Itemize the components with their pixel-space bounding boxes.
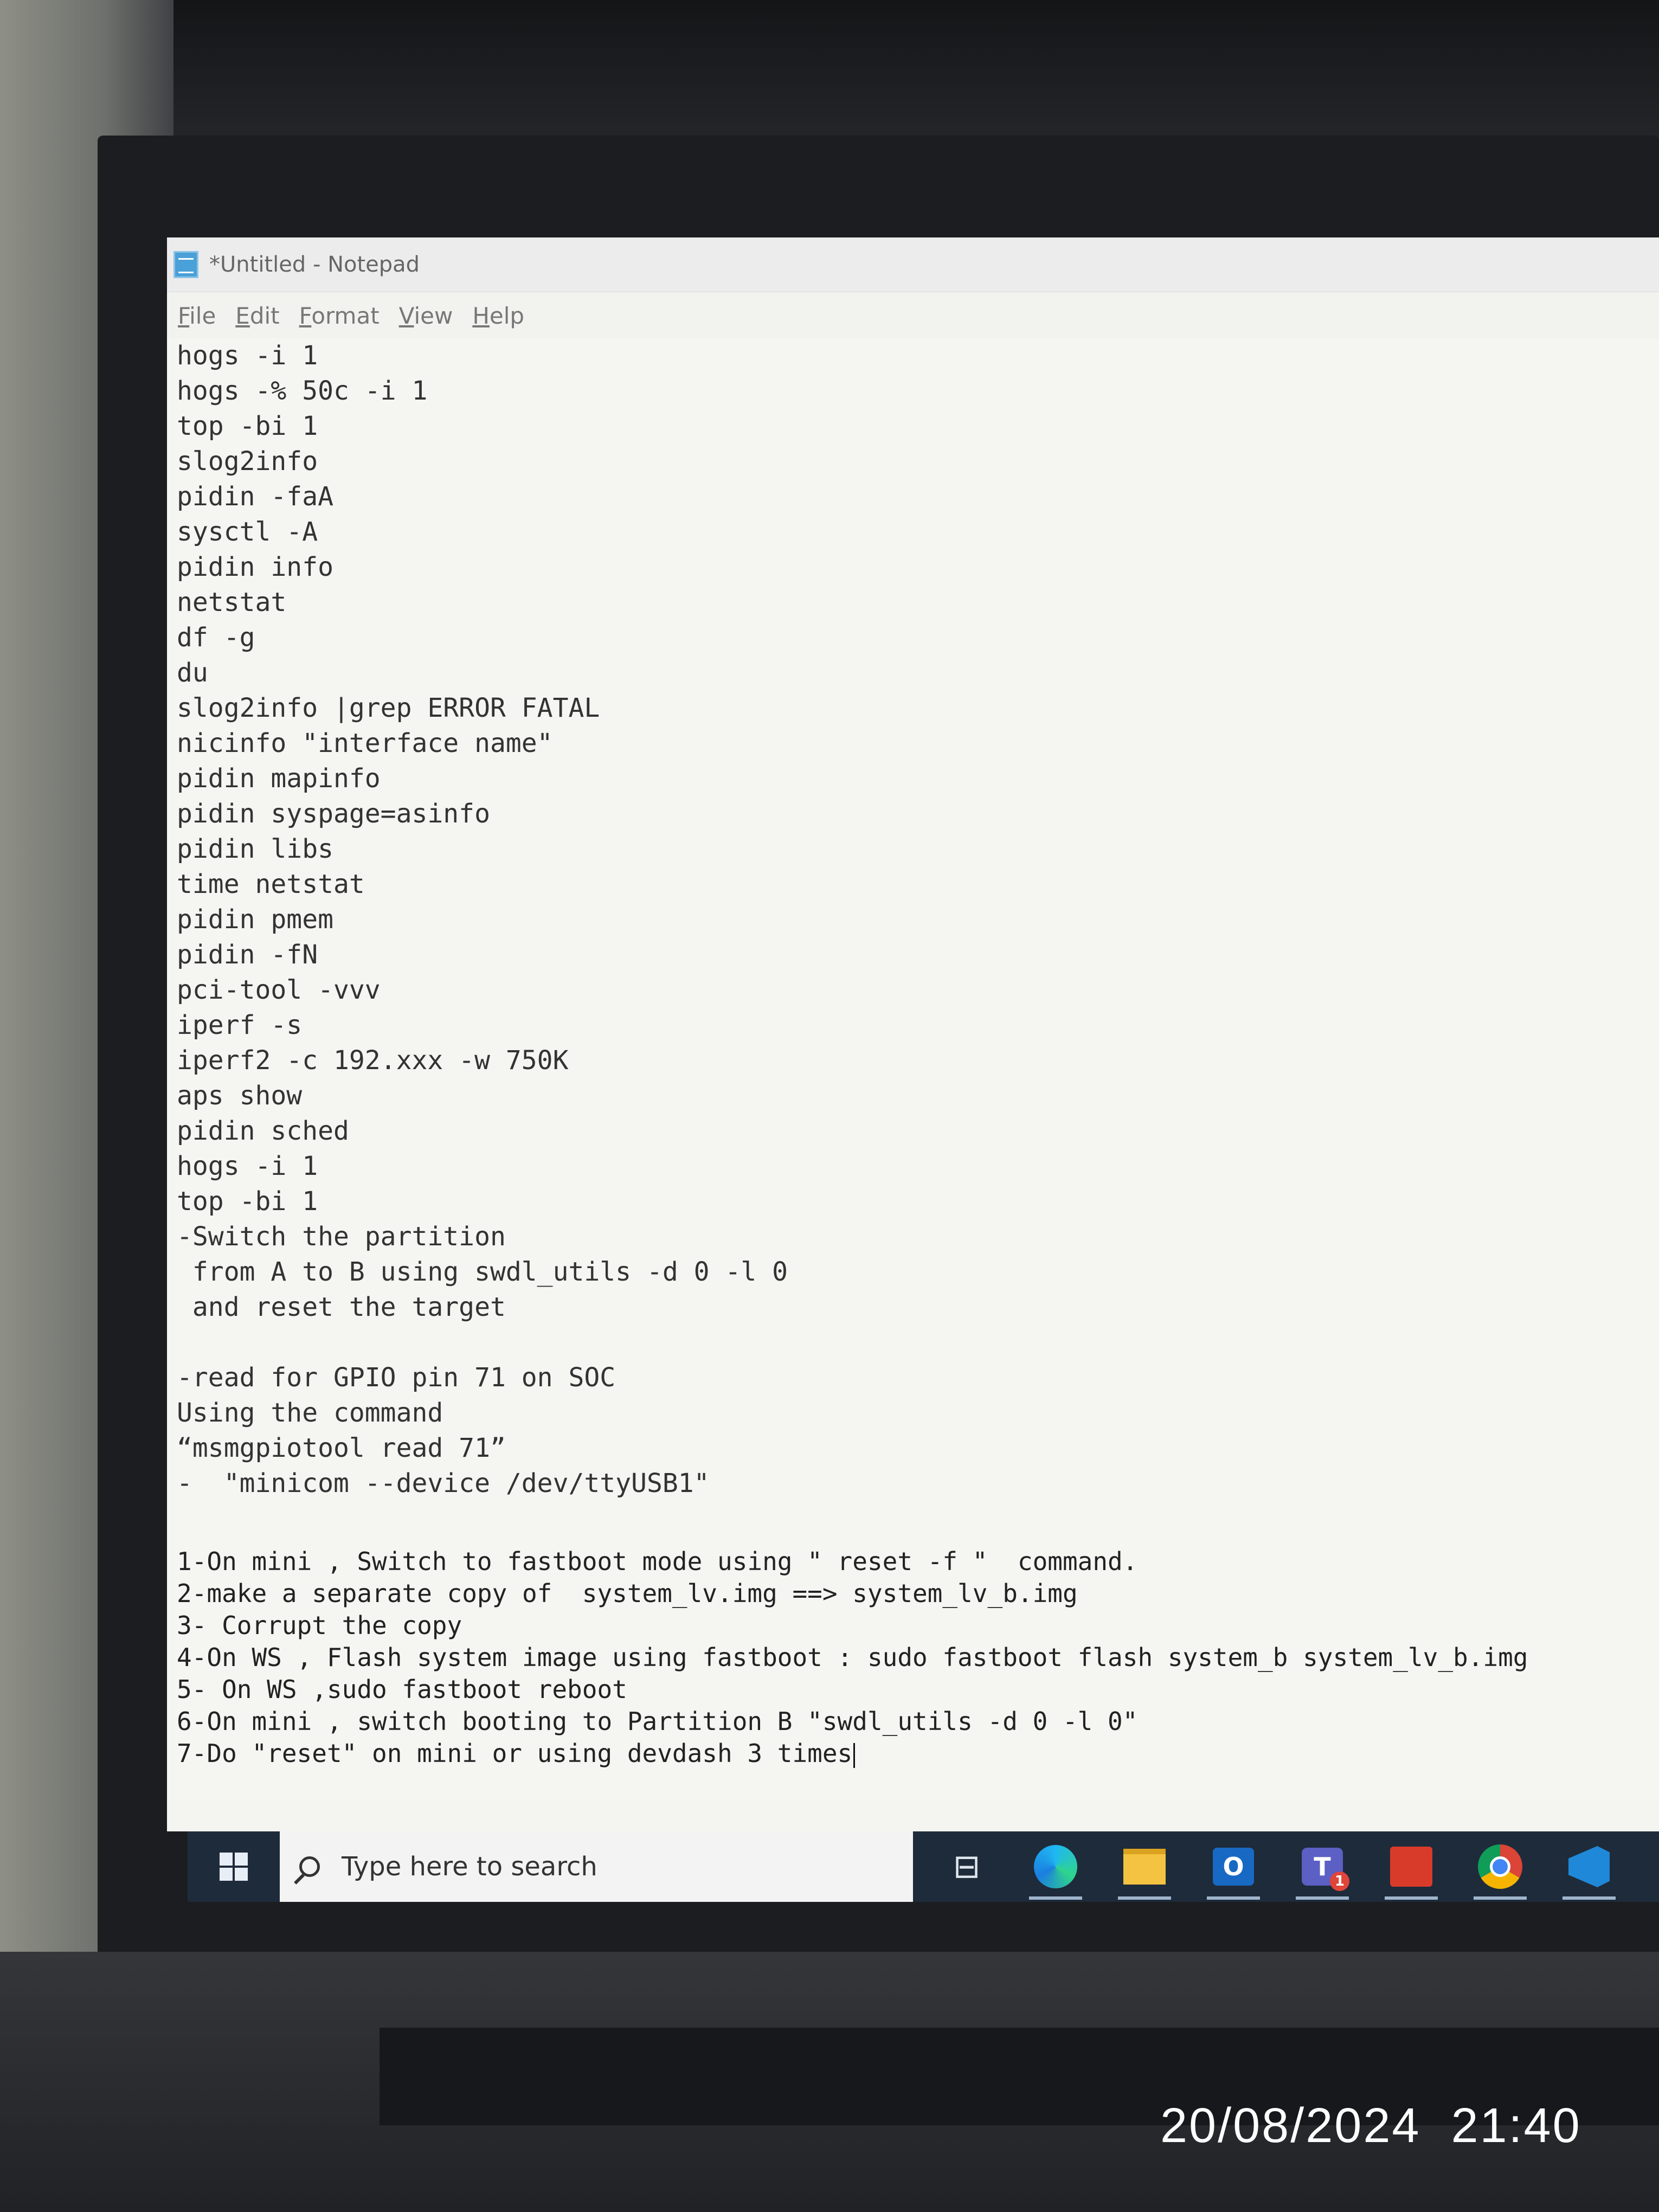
editor-line: hogs -i 1: [177, 340, 318, 371]
editor-line: pidin syspage=asinfo: [177, 799, 490, 829]
edge-icon: [1034, 1845, 1077, 1888]
outlook-icon: O: [1213, 1848, 1254, 1886]
editor-line: pidin -fN: [177, 940, 318, 970]
editor-step-line: 2-make a separate copy of system_lv.img …: [177, 1579, 1078, 1608]
task-view-icon: ⊟: [953, 1848, 981, 1886]
file-explorer-icon: [1123, 1849, 1166, 1885]
editor-line: -Switch the partition: [177, 1221, 506, 1252]
search-icon: [299, 1856, 320, 1877]
editor-line: top -bi 1: [177, 411, 318, 441]
editor-step-text: 7-Do "reset" on mini or using devdash 3 …: [177, 1739, 853, 1768]
editor-line: df -g: [177, 622, 255, 653]
chrome-icon: [1478, 1844, 1522, 1889]
file-explorer-button[interactable]: [1113, 1831, 1176, 1902]
editor-line: pidin pmem: [177, 904, 333, 935]
editor-line: pidin sched: [177, 1116, 349, 1146]
editor-step-line: 6-On mini , switch booting to Partition …: [177, 1707, 1138, 1736]
taskbar: Type here to search ⊟ O T1: [188, 1831, 1659, 1902]
editor-line: time netstat: [177, 869, 365, 899]
editor-line: pidin mapinfo: [177, 763, 381, 794]
outlook-button[interactable]: O: [1201, 1831, 1265, 1902]
menu-bar: File Edit Format View Help: [167, 292, 1659, 339]
teams-button[interactable]: T1: [1290, 1831, 1354, 1902]
editor-line: aps show: [177, 1081, 303, 1111]
editor-line: nicinfo "interface name": [177, 728, 553, 758]
editor-line: Using the command: [177, 1398, 443, 1428]
teams-icon: T1: [1302, 1848, 1349, 1891]
taskbar-apps: ⊟ O T1: [913, 1831, 1621, 1902]
windows-start-icon: [220, 1853, 248, 1881]
photo-timestamp: 20/08/2024 21:40: [1160, 2099, 1581, 2153]
menu-view[interactable]: View: [399, 303, 453, 329]
red-app-button[interactable]: [1379, 1831, 1443, 1902]
notification-badge: 1: [1330, 1872, 1349, 1891]
editor-line: slog2info |grep ERROR FATAL: [177, 693, 600, 723]
notepad-window: *Untitled - Notepad File Edit Format Vie…: [167, 237, 1659, 1831]
editor-line: iperf2 -c 192.xxx -w 750K: [177, 1045, 569, 1076]
menu-help[interactable]: Help: [472, 303, 524, 329]
editor-line: hogs -% 50c -i 1: [177, 376, 428, 406]
editor-step-line: 3- Corrupt the copy: [177, 1611, 462, 1640]
edge-button[interactable]: [1024, 1831, 1088, 1902]
editor-step-line: 4-On WS , Flash system image using fastb…: [177, 1643, 1528, 1672]
menu-edit[interactable]: Edit: [235, 303, 279, 329]
red-app-icon: [1390, 1847, 1432, 1887]
editor-line: slog2info: [177, 446, 318, 477]
editor-step-line-last: 7-Do "reset" on mini or using devdash 3 …: [177, 1738, 1659, 1770]
editor-line: -read for GPIO pin 71 on SOC: [177, 1362, 616, 1393]
task-view-button[interactable]: ⊟: [935, 1831, 999, 1902]
text-editor[interactable]: hogs -i 1 hogs -% 50c -i 1 top -bi 1 slo…: [167, 338, 1659, 1801]
editor-line: “msmgpiotool read 71”: [177, 1433, 506, 1463]
editor-line: pci-tool -vvv: [177, 975, 381, 1005]
editor-line: du: [177, 658, 208, 688]
editor-line: netstat: [177, 587, 287, 618]
menu-format[interactable]: Format: [299, 303, 380, 329]
editor-line: pidin info: [177, 552, 333, 582]
editor-line: - "minicom --device /dev/ttyUSB1": [177, 1468, 710, 1499]
search-placeholder: Type here to search: [342, 1851, 597, 1882]
blank-lines: [177, 1501, 1659, 1546]
editor-line: top -bi 1: [177, 1186, 318, 1217]
editor-line: from A to B using swdl_utils -d 0 -l 0: [177, 1257, 788, 1287]
taskbar-search-box[interactable]: Type here to search: [280, 1831, 913, 1902]
editor-line: iperf -s: [177, 1010, 303, 1040]
editor-line: pidin -faA: [177, 481, 333, 512]
start-button[interactable]: [188, 1831, 280, 1902]
window-title: *Untitled - Notepad: [209, 252, 420, 277]
notepad-icon: [173, 251, 198, 278]
editor-step-line: 5- On WS ,sudo fastboot reboot: [177, 1675, 627, 1704]
menu-file[interactable]: File: [178, 303, 216, 329]
vscode-button[interactable]: [1557, 1831, 1621, 1902]
vscode-icon: [1568, 1846, 1610, 1887]
editor-line: sysctl -A: [177, 517, 318, 547]
editor-line: and reset the target: [177, 1292, 506, 1322]
title-bar[interactable]: *Untitled - Notepad: [167, 237, 1659, 292]
chrome-button[interactable]: [1468, 1831, 1532, 1902]
editor-line: pidin libs: [177, 834, 333, 864]
editor-line: hogs -i 1: [177, 1151, 318, 1181]
text-caret: [853, 1742, 856, 1768]
editor-step-line: 1-On mini , Switch to fastboot mode usin…: [177, 1547, 1138, 1576]
